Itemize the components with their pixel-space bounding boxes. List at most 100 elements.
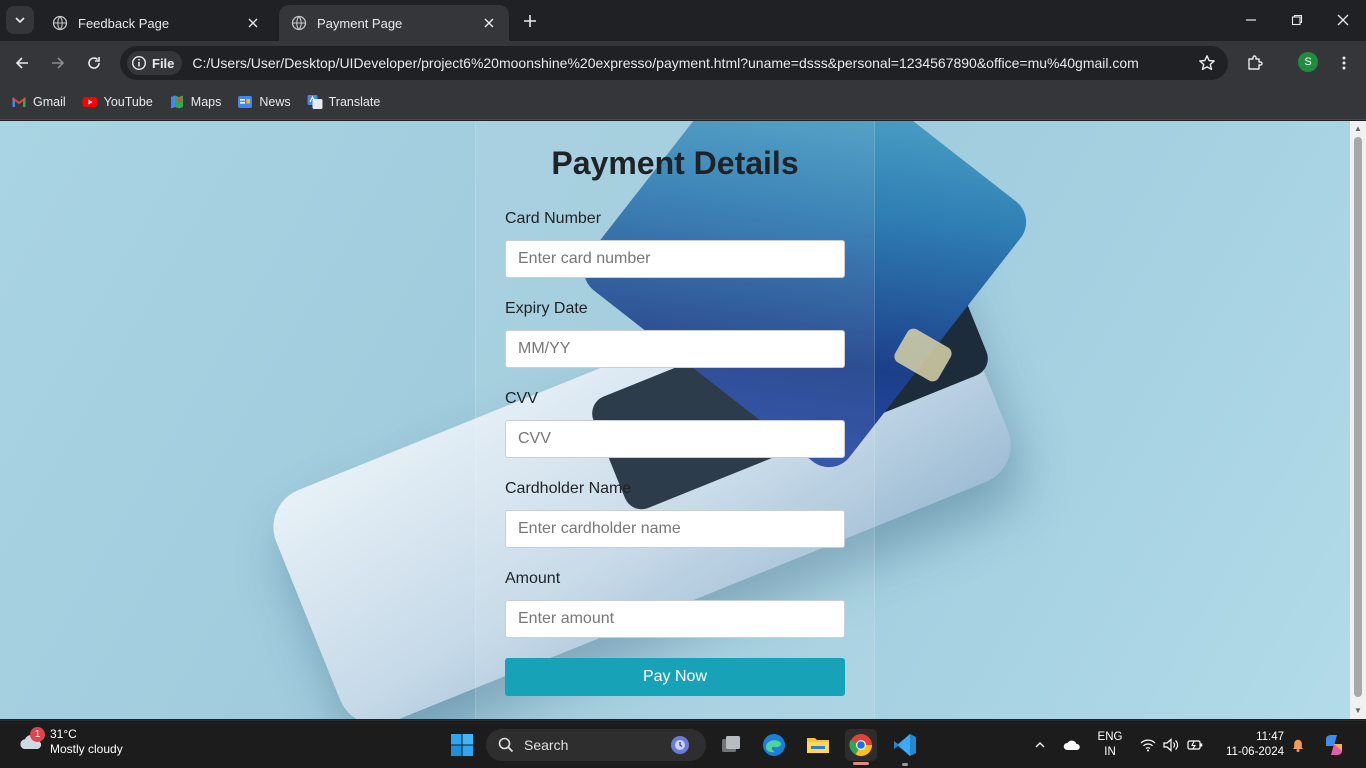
close-window-button[interactable] — [1320, 0, 1366, 40]
scroll-thumb[interactable] — [1354, 137, 1362, 697]
scroll-up-icon[interactable]: ▲ — [1354, 125, 1362, 133]
onedrive-button[interactable] — [1060, 721, 1084, 768]
cardholder-name-input[interactable] — [505, 510, 845, 548]
bell-icon — [1293, 739, 1303, 752]
onedrive-cloud-icon — [1063, 740, 1080, 750]
cardholder-name-label: Cardholder Name — [505, 480, 632, 497]
tab-payment[interactable]: Payment Page — [279, 5, 509, 41]
task-view-button[interactable] — [714, 729, 746, 761]
volume-status[interactable] — [1161, 721, 1181, 768]
tab-title: Payment Page — [317, 15, 403, 31]
bookmark-youtube[interactable]: YouTube — [82, 94, 153, 110]
bookmark-gmail[interactable]: Gmail — [11, 94, 66, 110]
bookmark-maps[interactable]: Maps — [169, 94, 222, 110]
search-icon — [498, 737, 514, 753]
expiry-date-input[interactable] — [505, 330, 845, 368]
amount-label: Amount — [505, 570, 561, 587]
site-info-chip[interactable]: File — [127, 51, 183, 75]
start-button[interactable] — [446, 729, 478, 761]
search-label: Search — [524, 737, 569, 753]
browser-toolbar: File C:/Users/User/Desktop/UIDeveloper/p… — [0, 41, 1366, 85]
tab-feedback[interactable]: Feedback Page — [40, 5, 273, 41]
address-bar[interactable]: File C:/Users/User/Desktop/UIDeveloper/p… — [120, 46, 1228, 80]
bookmark-news[interactable]: News — [237, 94, 291, 110]
page-viewport: Payment Details Card Number Expiry Date … — [0, 121, 1350, 719]
vertical-scrollbar[interactable]: ▲ ▼ — [1350, 121, 1366, 719]
bookmark-label: Translate — [328, 95, 381, 109]
running-app-indicator — [902, 763, 908, 766]
wifi-status[interactable] — [1138, 721, 1158, 768]
windows-icon — [451, 734, 473, 756]
tab-search-button[interactable] — [6, 6, 34, 34]
tab-strip: Feedback Page Payment Page — [0, 0, 1366, 41]
info-icon — [131, 55, 147, 71]
reload-button[interactable] — [80, 49, 108, 77]
globe-icon — [52, 15, 68, 31]
file-explorer-button[interactable] — [802, 729, 834, 761]
weather-condition: Mostly cloudy — [50, 742, 123, 756]
card-number-label: Card Number — [505, 210, 602, 227]
battery-icon — [1187, 740, 1203, 750]
pay-now-button[interactable]: Pay Now — [505, 658, 845, 696]
star-icon[interactable] — [1198, 54, 1216, 72]
close-icon[interactable] — [245, 15, 261, 31]
chevron-up-icon — [1035, 742, 1045, 748]
close-icon[interactable] — [481, 15, 497, 31]
wifi-icon — [1140, 739, 1156, 752]
active-app-indicator — [853, 762, 869, 765]
back-button[interactable] — [8, 49, 36, 77]
arrow-right-icon — [52, 57, 65, 69]
copilot-search-icon — [671, 736, 689, 754]
scroll-down-icon[interactable]: ▼ — [1354, 707, 1362, 715]
weather-temperature: 31°C — [50, 727, 77, 741]
globe-icon — [291, 15, 307, 31]
language-indicator[interactable]: ENG IN — [1094, 730, 1126, 760]
cvv-input[interactable] — [505, 420, 845, 458]
show-hidden-icons-button[interactable] — [1030, 721, 1050, 768]
bookmark-translate[interactable]: Translate — [307, 94, 381, 110]
restore-button[interactable] — [1274, 0, 1320, 40]
bookmark-label: News — [259, 95, 291, 109]
edge-icon — [763, 734, 785, 756]
chevron-down-icon — [15, 17, 25, 24]
system-clock[interactable]: 11:47 11-06-2024 — [1216, 730, 1284, 760]
reload-icon — [88, 57, 100, 69]
cloud-icon: 1 — [18, 727, 45, 755]
bookmark-label: Maps — [190, 95, 222, 109]
taskbar: 1 31°C Mostly cloudy Search ENG IN 11:47… — [0, 720, 1366, 768]
notifications-button[interactable] — [1288, 721, 1308, 768]
amount-input[interactable] — [505, 600, 845, 638]
vscode-button[interactable] — [889, 729, 921, 761]
new-tab-button[interactable] — [518, 10, 542, 32]
copilot-icon — [1326, 735, 1342, 755]
language-line1: ENG — [1097, 731, 1123, 743]
weather-widget[interactable]: 1 31°C Mostly cloudy — [18, 727, 123, 757]
puzzle-icon — [1248, 55, 1263, 70]
taskbar-search[interactable]: Search — [486, 729, 706, 761]
profile-avatar[interactable]: S — [1298, 52, 1318, 72]
translate-icon — [307, 95, 323, 109]
extensions-button[interactable] — [1241, 49, 1269, 77]
chrome-icon — [849, 734, 872, 756]
bookmark-label: Gmail — [33, 95, 66, 109]
plus-icon — [524, 15, 536, 27]
tab-title: Feedback Page — [78, 15, 170, 31]
forward-button[interactable] — [44, 49, 72, 77]
restore-icon — [1291, 14, 1303, 26]
minimize-button[interactable] — [1228, 0, 1274, 40]
news-icon — [238, 96, 253, 108]
arrow-left-icon — [15, 57, 28, 69]
expiry-date-label: Expiry Date — [505, 300, 588, 317]
maps-icon — [170, 95, 183, 109]
copilot-button[interactable] — [1320, 721, 1348, 768]
bookmark-label: YouTube — [103, 95, 153, 109]
url-text[interactable]: C:/Users/User/Desktop/UIDeveloper/projec… — [192, 55, 1138, 71]
menu-button[interactable] — [1330, 49, 1358, 77]
card-number-input[interactable] — [505, 240, 845, 278]
task-view-icon — [722, 736, 740, 752]
battery-status[interactable] — [1184, 721, 1206, 768]
site-info-label: File — [152, 55, 175, 71]
edge-button[interactable] — [758, 729, 790, 761]
page-title: Payment Details — [551, 145, 799, 181]
chrome-button[interactable] — [845, 729, 877, 761]
